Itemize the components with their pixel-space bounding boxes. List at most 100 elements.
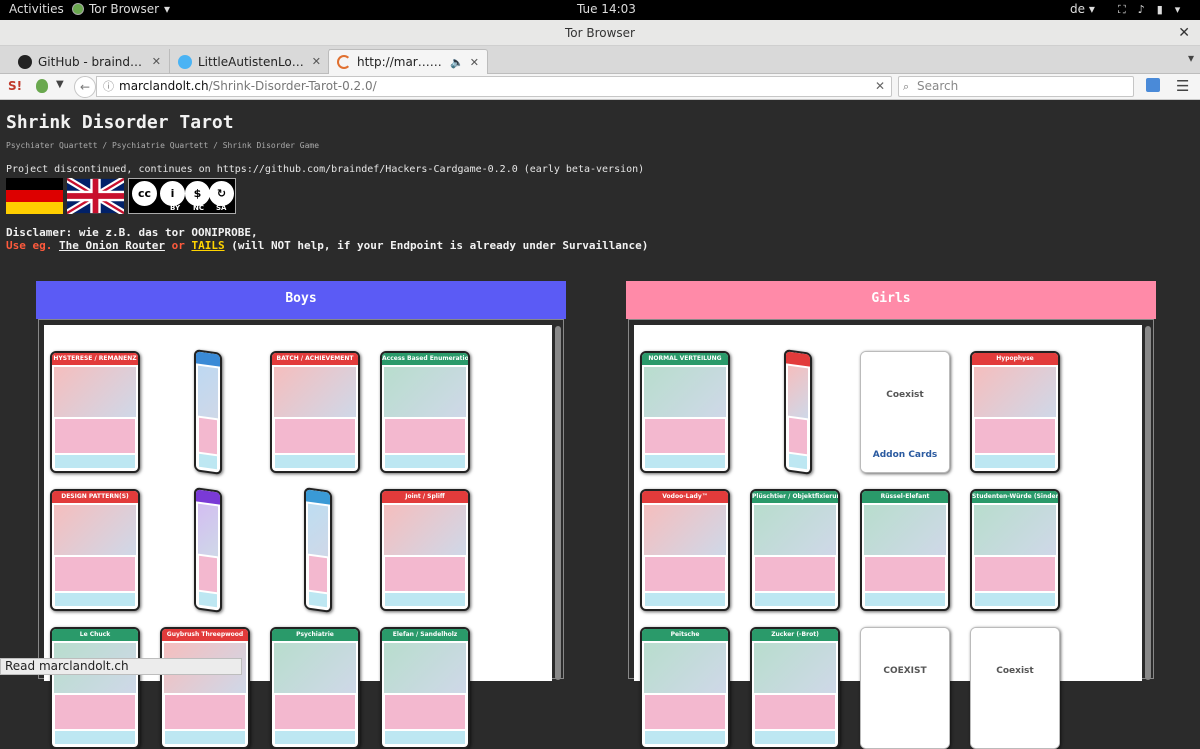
- volume-icon: ♪: [1137, 3, 1145, 16]
- app-menu[interactable]: Tor Browser ▾: [72, 2, 170, 16]
- sa-icon: ↻: [209, 181, 234, 206]
- boys-scrollbar[interactable]: [555, 326, 561, 680]
- speaker-icon[interactable]: 🔈: [450, 56, 464, 69]
- card-description: [385, 557, 465, 591]
- discontinued-notice: Project discontinued, continues on https…: [6, 164, 645, 175]
- info-icon[interactable]: ⓘ: [103, 77, 114, 96]
- card-title: HYSTERESE / REMANENZ: [52, 353, 138, 365]
- card-title: [196, 489, 220, 505]
- search-icon: ⌕: [903, 80, 910, 93]
- tails-link[interactable]: TAILS: [191, 239, 224, 252]
- girls-frame: NORMAL VERTEILUNG Coexist Addon Cards Hypop…: [628, 319, 1154, 749]
- search-placeholder: Search: [917, 79, 959, 93]
- tarot-card[interactable]: Zucker (-Brot): [750, 627, 840, 749]
- tarot-card[interactable]: NORMAL VERTEILUNG: [640, 351, 730, 473]
- tarot-card[interactable]: [784, 349, 812, 475]
- card-footer: [789, 453, 807, 470]
- uk-flag-icon[interactable]: [67, 178, 124, 214]
- tarot-card[interactable]: Vodoo-Lady™: [640, 489, 730, 611]
- app-menu-label: Tor Browser: [89, 2, 160, 16]
- tab-twitter[interactable]: LittleAutistenLolita on… ✕: [170, 49, 330, 74]
- clock[interactable]: Tue 14:03: [577, 2, 636, 16]
- chevron-down-icon: ▾: [1174, 3, 1181, 16]
- tarot-card[interactable]: BATCH / ACHIEVEMENT: [270, 351, 360, 473]
- tab-close-icon[interactable]: ✕: [470, 56, 479, 69]
- card-description: [199, 555, 217, 593]
- extension-icon[interactable]: [1146, 78, 1160, 92]
- tarot-card[interactable]: DESIGN PATTERN(S): [50, 489, 140, 611]
- boys-card-gallery[interactable]: HYSTERESE / REMANENZ BATCH / ACHIEVEMENT A…: [44, 325, 552, 749]
- hamburger-menu-icon[interactable]: ☰: [1176, 77, 1189, 95]
- stop-icon[interactable]: ✕: [875, 77, 885, 96]
- card-description: [199, 417, 217, 455]
- tarot-card[interactable]: Le Chuck: [50, 627, 140, 749]
- card-illustration: [644, 505, 726, 555]
- tab-current[interactable]: http://mar…ot-0.2.0/ 🔈 ✕: [328, 49, 488, 74]
- activities-button[interactable]: Activities: [9, 2, 64, 16]
- system-tray[interactable]: ⛶ ♪ ▮ ▾: [1118, 3, 1180, 17]
- system-top-bar: Activities Tor Browser ▾ Tue 14:03 de ▾ …: [0, 0, 1200, 20]
- chevron-down-icon[interactable]: ▼: [56, 79, 64, 90]
- window-close-button[interactable]: ✕: [1178, 20, 1190, 46]
- noscript-icon[interactable]: S!: [8, 79, 22, 93]
- tarot-card[interactable]: Rüssel-Elefant: [860, 489, 950, 611]
- card-title: Vodoo-Lady™: [642, 491, 728, 503]
- boys-header[interactable]: Boys: [36, 281, 566, 319]
- onion-router-link[interactable]: The Onion Router: [59, 239, 165, 252]
- card-illustration: [198, 503, 218, 557]
- tarot-card[interactable]: Studenten-Würde (Sindenbock): [970, 489, 1060, 611]
- github-icon: [18, 54, 32, 69]
- tab-close-icon[interactable]: ✕: [152, 55, 161, 68]
- tarot-card[interactable]: [304, 487, 332, 613]
- tarot-card[interactable]: HYSTERESE / REMANENZ: [50, 351, 140, 473]
- girls-header[interactable]: Girls: [626, 281, 1156, 319]
- tarot-card[interactable]: Guybrush Threepwood: [160, 627, 250, 749]
- card-title: [786, 351, 810, 367]
- tor-onion-icon[interactable]: [36, 79, 48, 93]
- card-illustration: [54, 505, 136, 555]
- tab-list-chevron-icon[interactable]: ▾: [1188, 51, 1194, 65]
- tarot-card[interactable]: Joint / Spliff: [380, 489, 470, 611]
- tab-strip: GitHub - braindef/Ha… ✕ LittleAutistenLo…: [0, 46, 1200, 116]
- tarot-card[interactable]: Coexist Addon Cards: [860, 351, 950, 473]
- url-bar[interactable]: ⓘ marclandolt.ch/Shrink-Disorder-Tarot-0…: [96, 76, 892, 97]
- girls-scrollbar[interactable]: [1145, 326, 1151, 680]
- card-title: Plüschtier / Objektfixierung: [752, 491, 838, 503]
- card-title: Rüssel-Elefant: [862, 491, 948, 503]
- tab-github[interactable]: GitHub - braindef/Ha… ✕: [10, 49, 170, 74]
- creative-commons-badge[interactable]: cc i $ ↻ BY NC SA: [128, 178, 236, 214]
- tarot-card[interactable]: [194, 487, 222, 613]
- card-illustration: [788, 365, 808, 419]
- card-title: NORMAL VERTEILUNG: [642, 353, 728, 365]
- card-footer: [975, 593, 1055, 606]
- card-description: [55, 695, 135, 729]
- search-input[interactable]: ⌕ Search: [898, 76, 1134, 97]
- tarot-card[interactable]: Peitsche: [640, 627, 730, 749]
- card-title: Zucker (-Brot): [752, 629, 838, 641]
- card-illustration: [384, 367, 466, 417]
- tarot-card[interactable]: Access Based Enumeration: [380, 351, 470, 473]
- card-description: [865, 557, 945, 591]
- girls-card-gallery[interactable]: NORMAL VERTEILUNG Coexist Addon Cards Hypop…: [634, 325, 1142, 749]
- back-button[interactable]: ←: [74, 76, 96, 98]
- nc-icon: $: [185, 181, 210, 206]
- status-bar: Read marclandolt.ch: [0, 658, 242, 675]
- tarot-card[interactable]: [194, 349, 222, 475]
- tor-browser-icon: [72, 3, 84, 15]
- tarot-card[interactable]: Elefan / Sandelholz: [380, 627, 470, 749]
- keyboard-layout[interactable]: de ▾: [1070, 2, 1095, 16]
- german-flag-icon[interactable]: [6, 178, 63, 214]
- card-title: Psychiatrie: [272, 629, 358, 641]
- tarot-card[interactable]: Coexist: [970, 627, 1060, 749]
- tarot-card[interactable]: COEXIST: [860, 627, 950, 749]
- privacy-hint: Use eg. The Onion Router or TAILS (will …: [6, 239, 649, 252]
- tarot-card[interactable]: Hypophyse: [970, 351, 1060, 473]
- card-footer: [275, 455, 355, 468]
- tab-close-icon[interactable]: ✕: [312, 55, 321, 68]
- card-illustration: [384, 505, 466, 555]
- tarot-card[interactable]: Psychiatrie: [270, 627, 360, 749]
- card-footer: [645, 731, 725, 744]
- tarot-card[interactable]: Plüschtier / Objektfixierung: [750, 489, 840, 611]
- card-description: [645, 557, 725, 591]
- boys-column: Boys HYSTERESE / REMANENZ BATCH / ACHIEVE…: [36, 281, 566, 749]
